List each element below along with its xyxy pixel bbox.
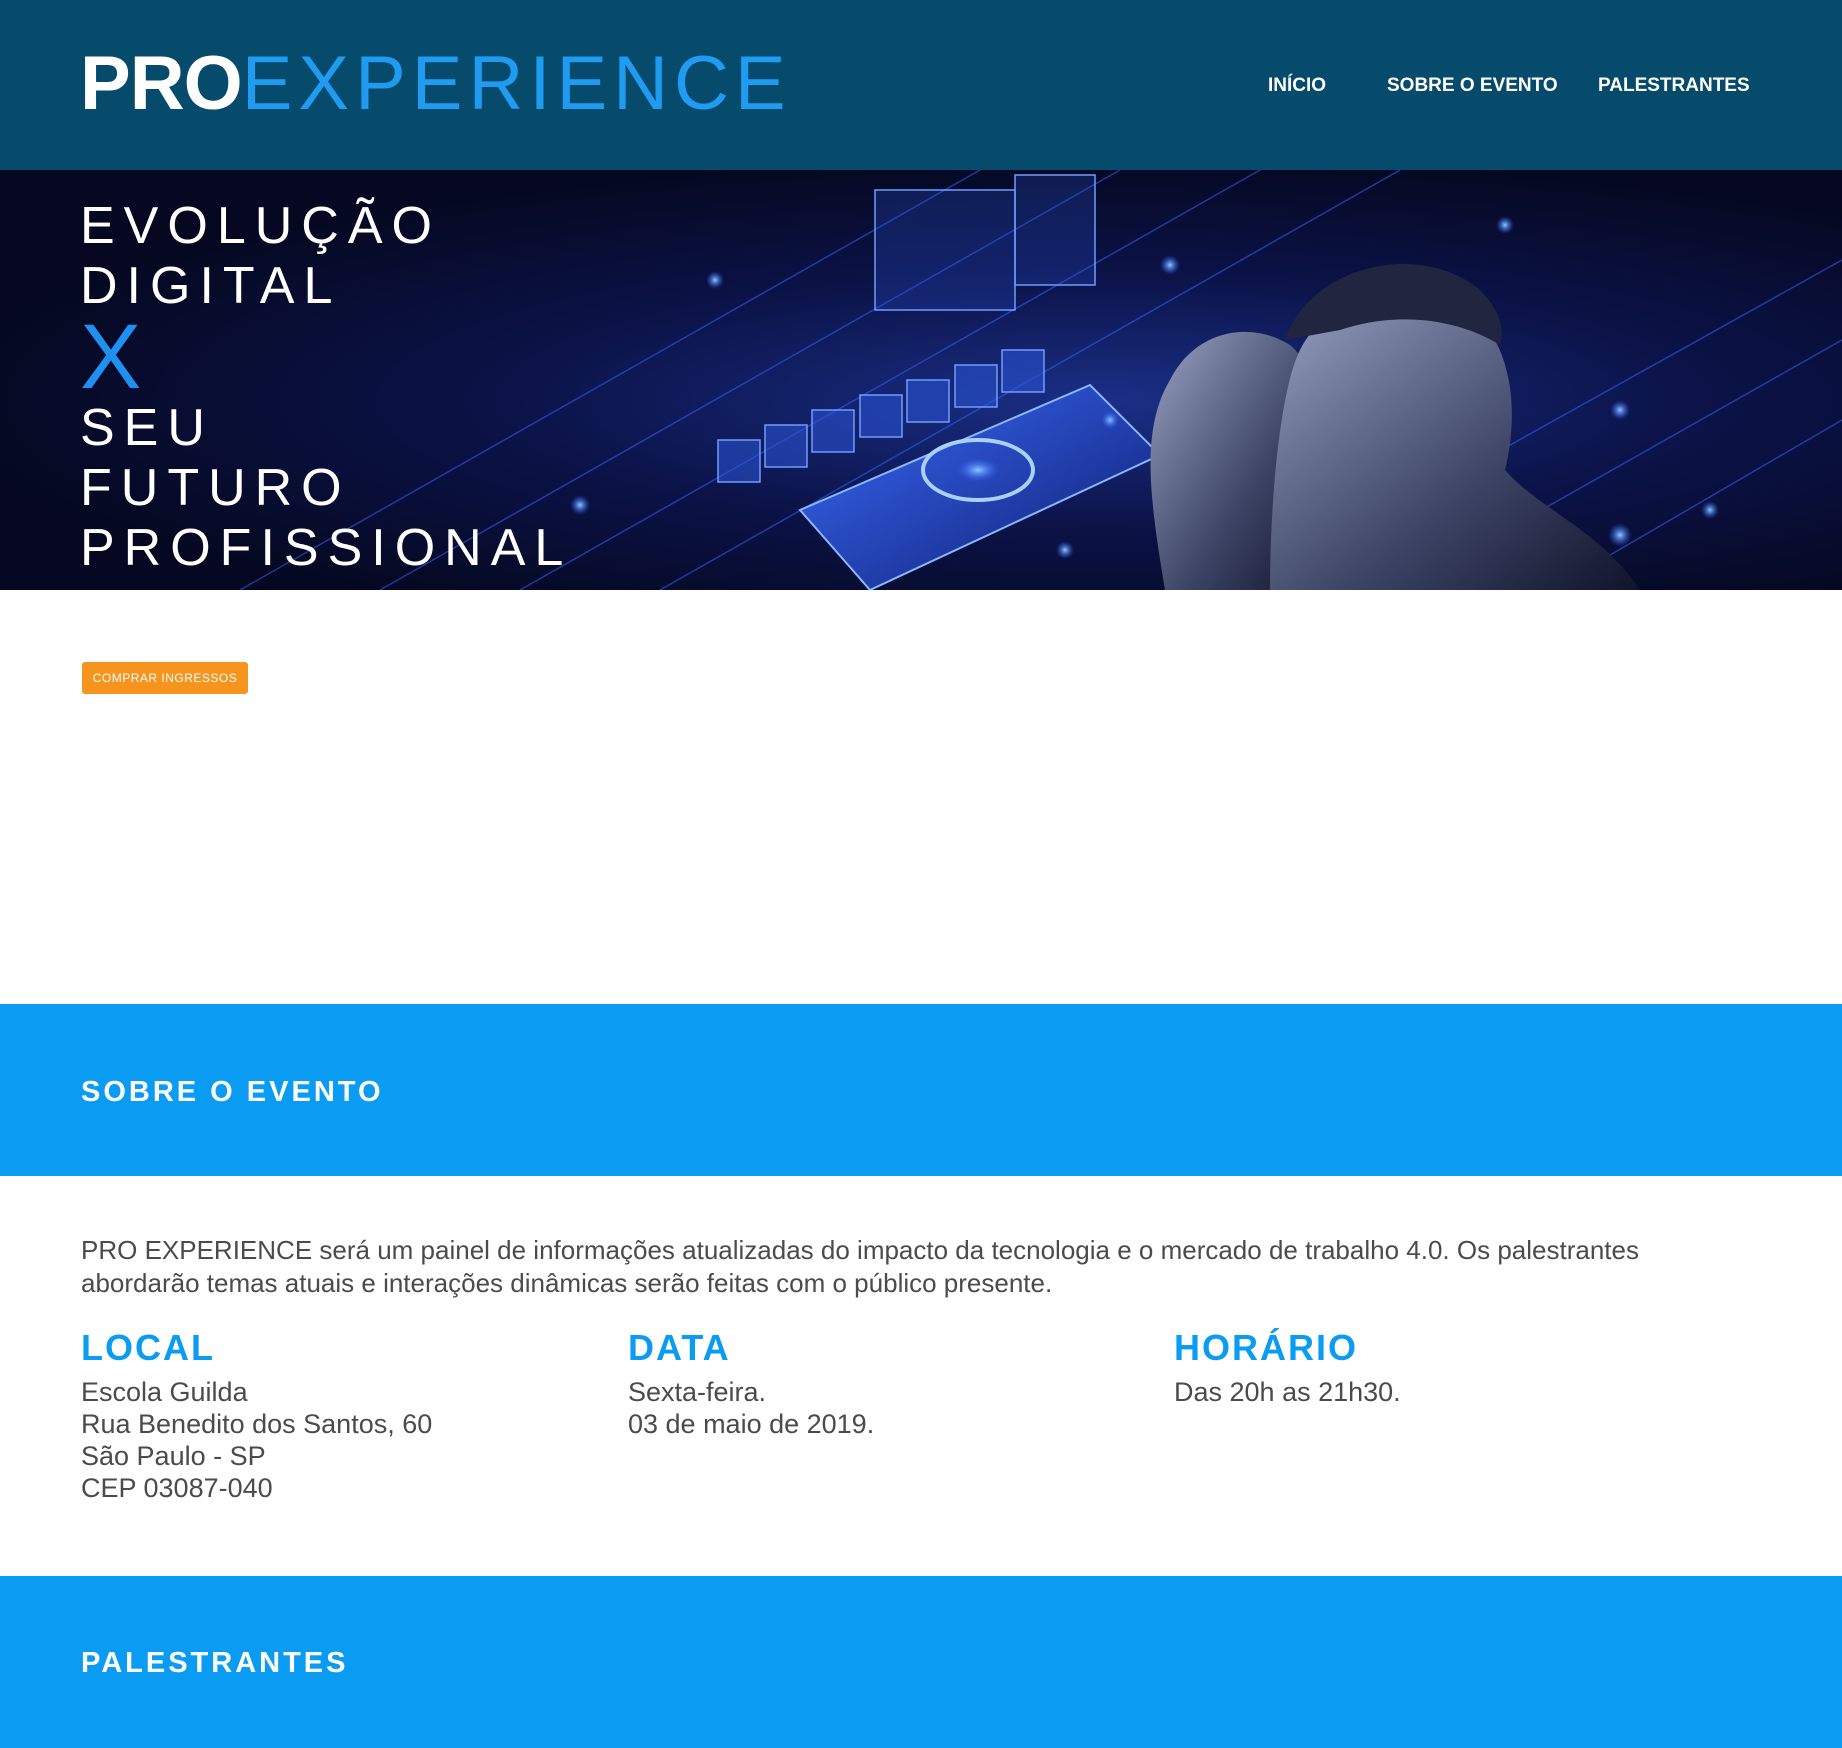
hero-line-futuro: FUTURO <box>80 459 351 517</box>
hero-line-x: X <box>80 306 142 408</box>
nav-item-sobre-o-evento[interactable]: SOBRE O EVENTO <box>1387 74 1558 98</box>
nav-item-palestrantes[interactable]: PALESTRANTES <box>1598 74 1750 98</box>
site-header: PROEXPERIENCE INÍCIO SOBRE O EVENTO PALE… <box>0 0 1842 170</box>
local-heading: LOCAL <box>81 1327 215 1368</box>
horario-line: Das 20h as 21h30. <box>1174 1377 1401 1407</box>
about-section-bar: SOBRE O EVENTO <box>0 1004 1842 1176</box>
nav-item-inicio[interactable]: INÍCIO <box>1268 74 1326 98</box>
speakers-section-bar: PALESTRANTES <box>0 1576 1842 1748</box>
main-nav: INÍCIO SOBRE O EVENTO PALESTRANTES <box>0 74 1842 98</box>
about-description: PRO EXPERIENCE será um painel de informa… <box>81 1235 1639 1298</box>
hero-line-evolucao: EVOLUÇÃO <box>80 197 441 255</box>
speakers-section-title: PALESTRANTES <box>81 1647 349 1679</box>
hero-line-seu: SEU <box>80 399 214 457</box>
hero-headline: EVOLUÇÃO DIGITAL X SEU FUTURO PROFISSION… <box>80 196 572 578</box>
local-line: Escola Guilda <box>81 1377 248 1407</box>
people-illustration <box>1150 263 1640 590</box>
local-line: São Paulo - SP <box>81 1441 266 1471</box>
info-data: DATA Sexta-feira. 03 de maio de 2019. <box>628 1326 1148 1440</box>
about-section-title: SOBRE O EVENTO <box>81 1076 384 1108</box>
buy-tickets-button[interactable]: COMPRAR INGRESSOS <box>82 662 248 694</box>
local-line: CEP 03087-040 <box>81 1473 273 1503</box>
horario-heading: HORÁRIO <box>1174 1327 1358 1368</box>
info-local: LOCAL Escola Guilda Rua Benedito dos San… <box>81 1326 601 1504</box>
data-heading: DATA <box>628 1327 731 1368</box>
hero-line-digital: DIGITAL <box>80 257 342 315</box>
local-line: Rua Benedito dos Santos, 60 <box>81 1409 433 1439</box>
hero-line-profissional: PROFISSIONAL <box>80 519 573 577</box>
data-line: Sexta-feira. <box>628 1377 767 1407</box>
data-line: 03 de maio de 2019. <box>628 1409 875 1439</box>
hero-banner: EVOLUÇÃO DIGITAL X SEU FUTURO PROFISSION… <box>0 170 1842 590</box>
info-horario: HORÁRIO Das 20h as 21h30. <box>1174 1326 1694 1408</box>
